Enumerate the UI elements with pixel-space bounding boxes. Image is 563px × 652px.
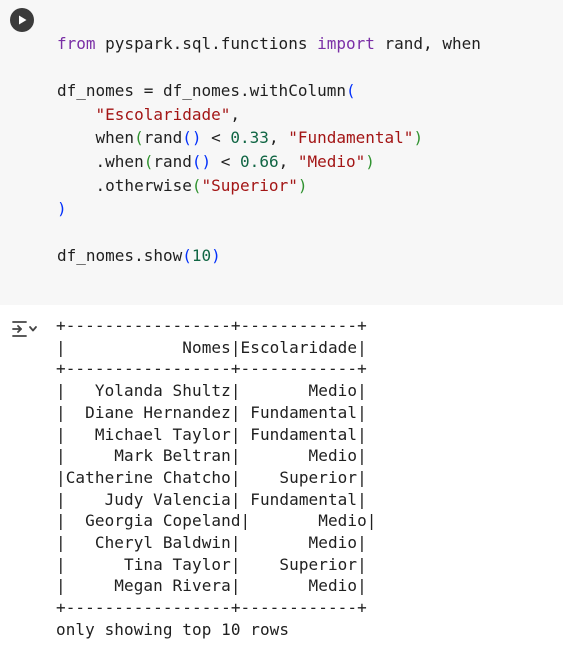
- code-text[interactable]: from pyspark.sql.functions import rand, …: [57, 32, 481, 268]
- code-line-otherwise: .otherwise("Superior"): [95, 175, 308, 195]
- rand-call: rand: [153, 151, 192, 171]
- column-name-string: "Escolaridade": [95, 104, 231, 124]
- when-call: when: [95, 128, 135, 148]
- cell-output: +-----------------+------------+ | Nomes…: [56, 315, 377, 641]
- table-row: | Tina Taylor| Superior|: [56, 554, 367, 574]
- table-border: +-----------------+------------+: [56, 359, 367, 379]
- show-call: df_nomes.show: [57, 246, 183, 266]
- table-row: | Georgia Copeland| Medio|: [56, 511, 377, 531]
- notebook-cell: from pyspark.sql.functions import rand, …: [0, 0, 563, 652]
- import-module: pyspark.sql.functions: [95, 34, 318, 53]
- rand-call: rand: [143, 128, 183, 148]
- table-row: | Yolanda Shultz| Medio|: [56, 381, 367, 401]
- run-cell-button[interactable]: [10, 8, 34, 32]
- table-header-row: | Nomes|Escolaridade|: [56, 337, 367, 357]
- code-line-assign: df_nomes = df_nomes.withColumn(: [57, 81, 356, 100]
- assign-expression: df_nomes = df_nomes.withColumn: [57, 81, 346, 101]
- threshold-number: 0.33: [230, 128, 269, 148]
- table-border: +-----------------+------------+: [56, 316, 367, 335]
- table-row: | Michael Taylor| Fundamental|: [56, 424, 367, 444]
- comparison-operator: <: [201, 128, 231, 148]
- threshold-number: 0.66: [240, 151, 279, 171]
- comparison-operator: <: [211, 151, 241, 171]
- otherwise-call: .otherwise: [95, 175, 192, 195]
- table-border: +-----------------+------------+: [56, 598, 367, 618]
- code-line-when2: .when(rand() < 0.66, "Medio"): [95, 151, 375, 171]
- table-row: |Catherine Chatcho| Superior|: [56, 467, 367, 487]
- label-string: "Fundamental": [288, 128, 414, 148]
- table-row: | Cheryl Baldwin| Medio|: [56, 533, 367, 553]
- import-names: rand, when: [374, 34, 481, 53]
- table-row: | Judy Valencia| Fundamental|: [56, 489, 367, 509]
- code-line-when1: when(rand() < 0.33, "Fundamental"): [95, 128, 424, 148]
- show-arg-number: 10: [191, 246, 212, 266]
- keyword-from: from: [57, 34, 96, 53]
- table-row: | Mark Beltran| Medio|: [56, 446, 367, 466]
- label-string: "Medio": [297, 151, 366, 171]
- label-string: "Superior": [201, 175, 298, 195]
- code-editor[interactable]: from pyspark.sql.functions import rand, …: [0, 0, 563, 305]
- when-call: .when: [95, 151, 144, 171]
- output-footer: only showing top 10 rows: [56, 619, 290, 639]
- table-row: | Diane Hernandez| Fundamental|: [56, 402, 367, 422]
- keyword-import: import: [317, 34, 375, 53]
- close-paren: ): [57, 199, 67, 219]
- play-icon: [19, 15, 27, 25]
- output-toggle-button[interactable]: [10, 318, 38, 340]
- code-line-show: df_nomes.show(10): [57, 246, 221, 266]
- open-paren: (: [345, 81, 356, 101]
- table-row: | Megan Rivera| Medio|: [56, 576, 367, 596]
- output-toggle-icon: [12, 321, 37, 337]
- code-line-import: from pyspark.sql.functions import rand, …: [57, 34, 481, 53]
